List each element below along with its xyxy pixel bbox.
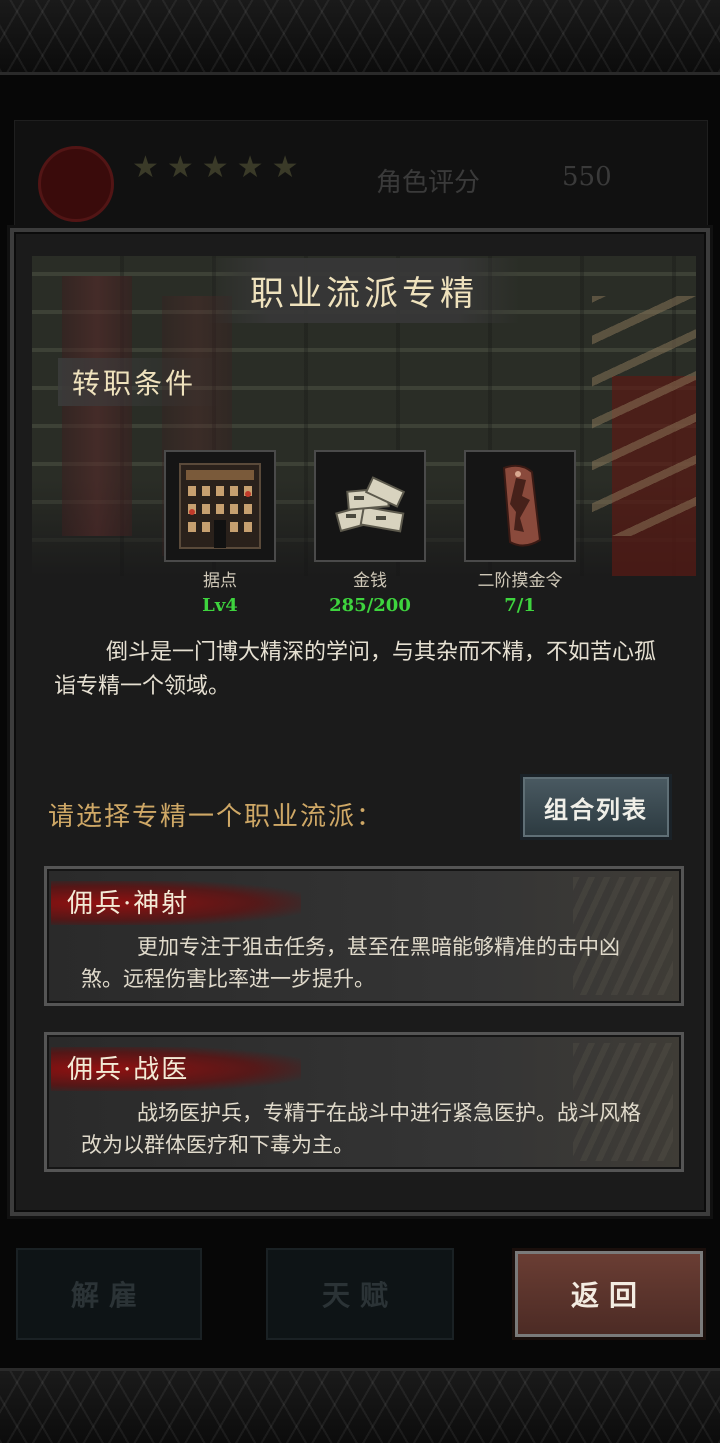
option-title: 佣兵·神射 <box>67 889 190 919</box>
requirement-value: Lv4 <box>202 595 238 616</box>
stronghold-building-icon <box>164 450 276 562</box>
specialization-modal: 职业流派专精 转职条件 据点 Lv4 金钱 285/200 二阶摸金令 7/1 … <box>10 228 710 1216</box>
option-sharpshooter[interactable]: 佣兵·神射 更加专注于狙击任务，甚至在黑暗能够精准的击中凶煞。远程伤害比率进一步… <box>44 866 684 1006</box>
character-rating-stars: ★★★★★ <box>132 150 307 185</box>
top-decorative-border <box>0 0 720 75</box>
modal-title: 职业流派专精 <box>208 257 520 323</box>
modal-title-band: 职业流派专精 <box>14 252 714 328</box>
character-seal-icon <box>38 146 114 222</box>
requirements-section-title: 转职条件 <box>58 358 223 406</box>
requirement-stronghold: 据点 Lv4 <box>164 450 276 616</box>
back-button[interactable]: 返回 <box>512 1248 706 1340</box>
score-value: 550 <box>562 162 612 192</box>
option-field-medic[interactable]: 佣兵·战医 战场医护兵，专精于在战斗中进行紧急医护。战斗风格改为以群体医疗和下毒… <box>44 1032 684 1172</box>
option-title: 佣兵·战医 <box>67 1055 190 1085</box>
requirement-name: 二阶摸金令 <box>477 571 563 591</box>
requirement-name: 据点 <box>203 571 237 591</box>
talent-button[interactable]: 天赋 <box>266 1248 454 1340</box>
requirement-name: 金钱 <box>353 571 387 591</box>
money-stack-icon <box>314 450 426 562</box>
requirement-money: 金钱 285/200 <box>314 450 426 616</box>
option-description: 更加专注于狙击任务，甚至在黑暗能够精准的击中凶煞。远程伤害比率进一步提升。 <box>81 935 620 991</box>
requirement-value: 285/200 <box>329 595 411 616</box>
dismiss-button[interactable]: 解雇 <box>16 1248 202 1340</box>
token-talisman-icon <box>464 450 576 562</box>
bottom-decorative-border <box>0 1368 720 1443</box>
combination-list-button[interactable]: 组合列表 <box>520 774 672 840</box>
option-description: 战场医护兵，专精于在战斗中进行紧急医护。战斗风格改为以群体医疗和下毒为主。 <box>81 1101 641 1157</box>
specialization-description: 倒斗是一门博大精深的学问，与其杂而不精，不如苦心孤诣专精一个领域。 <box>54 640 657 699</box>
select-prompt: 请选择专精一个职业流派： <box>48 802 385 832</box>
score-label: 角色评分 <box>376 168 481 198</box>
requirement-value: 7/1 <box>504 595 536 616</box>
requirement-token: 二阶摸金令 7/1 <box>464 450 576 616</box>
